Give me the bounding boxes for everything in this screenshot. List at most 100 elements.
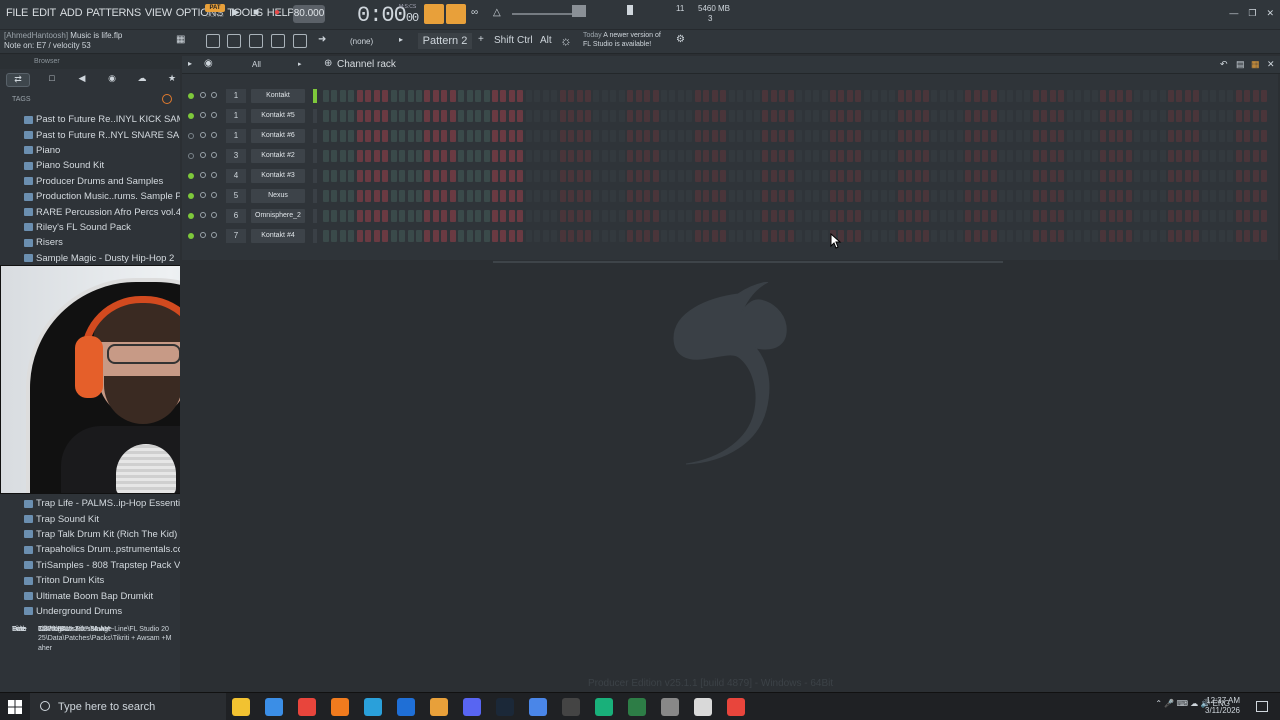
step-button[interactable] [753,90,760,102]
step-button[interactable] [1142,90,1149,102]
step-button[interactable] [1125,150,1132,162]
step-button[interactable] [466,170,473,182]
step-button[interactable] [1024,230,1031,242]
step-button[interactable] [1075,210,1082,222]
step-button[interactable] [1075,130,1082,142]
step-button[interactable] [838,150,845,162]
step-button[interactable] [1193,110,1200,122]
step-button[interactable] [1091,210,1098,222]
step-button[interactable] [415,230,422,242]
step-button[interactable] [1100,190,1107,202]
step-button[interactable] [1201,110,1208,122]
channel-name-button[interactable]: Kontakt #2 [251,149,305,163]
step-button[interactable] [1075,170,1082,182]
menu-edit[interactable]: EDIT [30,6,58,20]
step-button[interactable] [745,90,752,102]
step-button[interactable] [551,150,558,162]
mixer-track-number[interactable]: 1 [226,129,246,143]
step-button[interactable] [914,190,921,202]
step-view-icon[interactable]: ▦ [1251,59,1260,70]
step-button[interactable] [500,90,507,102]
folder-item[interactable]: Piano [0,143,180,158]
step-button[interactable] [745,190,752,202]
step-button[interactable] [737,90,744,102]
step-button[interactable] [382,190,389,202]
step-button[interactable] [627,210,634,222]
step-button[interactable] [753,230,760,242]
volume-knob-icon[interactable] [211,172,217,178]
step-button[interactable] [348,170,355,182]
step-button[interactable] [339,170,346,182]
step-button[interactable] [1083,110,1090,122]
step-button[interactable] [323,110,329,122]
step-button[interactable] [1168,150,1174,162]
step-button[interactable] [1193,90,1200,102]
step-button[interactable] [652,130,659,142]
step-button[interactable] [1058,90,1065,102]
pattern-prev-icon[interactable]: ▸ [399,35,403,44]
taskbar-app-icon[interactable] [727,698,745,716]
step-button[interactable] [677,90,684,102]
step-button[interactable] [1201,190,1208,202]
step-button[interactable] [584,210,591,222]
step-button[interactable] [475,210,482,222]
step-button[interactable] [576,210,583,222]
step-button[interactable] [1058,130,1065,142]
step-button[interactable] [348,90,355,102]
channel-mute-led[interactable] [188,173,194,179]
step-button[interactable] [821,230,828,242]
step-button[interactable] [1117,130,1124,142]
step-button[interactable] [787,150,794,162]
step-button[interactable] [1159,130,1166,142]
step-button[interactable] [1159,110,1166,122]
step-button[interactable] [1260,90,1267,102]
step-button[interactable] [1125,90,1132,102]
step-button[interactable] [508,130,515,142]
step-button[interactable] [593,110,600,122]
step-button[interactable] [1091,170,1098,182]
step-button[interactable] [1125,230,1132,242]
step-button[interactable] [593,130,600,142]
step-button[interactable] [922,190,929,202]
step-button[interactable] [525,210,532,222]
step-button[interactable] [990,190,997,202]
step-button[interactable] [593,170,600,182]
step-button[interactable] [1260,150,1267,162]
step-button[interactable] [1049,150,1056,162]
step-button[interactable] [652,190,659,202]
step-button[interactable] [914,130,921,142]
channel-mute-led[interactable] [188,153,194,159]
rack-menu-icon[interactable]: ⊕ [324,58,332,69]
step-button[interactable] [999,150,1005,162]
pan-knob-icon[interactable] [200,132,206,138]
close-icon[interactable]: ✕ [1266,8,1274,19]
step-button[interactable] [669,130,676,142]
step-button[interactable] [635,230,642,242]
step-button[interactable] [1159,150,1166,162]
step-button[interactable] [618,190,625,202]
step-button[interactable] [922,210,929,222]
typing-keyboard-icon[interactable] [424,4,444,24]
step-button[interactable] [348,230,355,242]
step-button[interactable] [1015,230,1022,242]
taskbar-search-input[interactable]: Type here to search [30,693,226,720]
step-button[interactable] [1015,90,1022,102]
step-button[interactable] [441,150,448,162]
step-button[interactable] [711,90,718,102]
step-button[interactable] [1125,110,1132,122]
step-button[interactable] [500,230,507,242]
step-button[interactable] [694,210,701,222]
step-button[interactable] [627,90,634,102]
step-button[interactable] [830,130,836,142]
step-button[interactable] [1193,190,1200,202]
volume-knob-icon[interactable] [211,132,217,138]
step-button[interactable] [517,170,524,182]
step-button[interactable] [576,130,583,142]
step-button[interactable] [990,90,997,102]
step-button[interactable] [1176,150,1183,162]
step-button[interactable] [415,150,422,162]
step-button[interactable] [1032,190,1039,202]
step-button[interactable] [1193,210,1200,222]
wait-icon[interactable]: ∞ [471,7,478,18]
step-button[interactable] [956,130,963,142]
